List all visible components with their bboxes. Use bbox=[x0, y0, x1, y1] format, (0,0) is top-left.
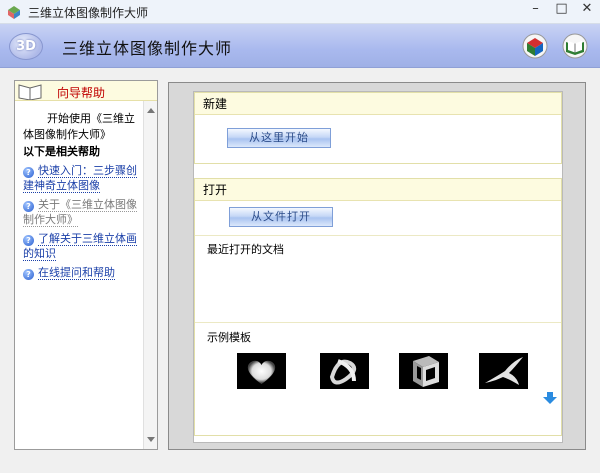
registration-icon[interactable] bbox=[521, 31, 549, 61]
sidebar-title: 向导帮助 bbox=[57, 86, 106, 100]
app-header: 3D 三维立体图像制作大师 bbox=[0, 24, 600, 68]
main-panel: 新建 从这里开始 打开 从文件打开 最近打开的文档 示例模板 bbox=[168, 82, 586, 450]
sidebar-content: 开始使用《三维立体图像制作大师》 以下是相关帮助 ? 快速入门：三步骤创建神奇立体… bbox=[23, 111, 141, 280]
open-section: 打开 从文件打开 最近打开的文档 示例模板 bbox=[194, 178, 562, 436]
help-question-icon: ? bbox=[23, 234, 34, 246]
app-logo: 3D bbox=[9, 33, 43, 60]
link-knowledge[interactable]: 了解关于三维立体画的知识 bbox=[23, 231, 137, 261]
recent-documents-label: 最近打开的文档 bbox=[207, 243, 284, 256]
help-sidebar: 向导帮助 开始使用《三维立体图像制作大师》 以下是相关帮助 ? 快速入门：三步骤创… bbox=[14, 80, 158, 450]
help-question-icon: ? bbox=[23, 200, 34, 212]
maximize-button[interactable]: □ bbox=[548, 0, 575, 20]
help-question-icon: ? bbox=[23, 166, 34, 178]
scroll-down-icon[interactable] bbox=[147, 437, 155, 442]
sidebar-item-about[interactable]: ? 关于《三维立体图像制作大师》 bbox=[23, 197, 141, 228]
link-online-help[interactable]: 在线提问和帮助 bbox=[38, 265, 115, 280]
maximize-icon: □ bbox=[555, 1, 568, 16]
open-file-button[interactable]: 从文件打开 bbox=[229, 207, 333, 227]
link-quick-start[interactable]: 快速入门：三步骤创建神奇立体图像 bbox=[23, 163, 137, 193]
close-button[interactable]: ✕ bbox=[574, 0, 600, 20]
sample-thumbnail-heart[interactable] bbox=[237, 353, 286, 389]
help-question-icon: ? bbox=[23, 268, 34, 280]
divider bbox=[195, 235, 561, 236]
sidebar-item-quick-start[interactable]: ? 快速入门：三步骤创建神奇立体图像 bbox=[23, 163, 141, 194]
scroll-down-arrow-icon[interactable] bbox=[543, 391, 557, 405]
scroll-up-icon[interactable] bbox=[147, 108, 155, 113]
sample-thumbnail-frame-cube[interactable] bbox=[399, 353, 448, 389]
new-section: 新建 从这里开始 bbox=[194, 92, 562, 164]
open-section-title: 打开 bbox=[195, 179, 561, 201]
link-about[interactable]: 关于《三维立体图像制作大师》 bbox=[23, 197, 137, 227]
minimize-icon: – bbox=[532, 1, 539, 16]
app-icon bbox=[8, 6, 20, 19]
minimize-button[interactable]: – bbox=[522, 0, 549, 20]
main-content: 新建 从这里开始 打开 从文件打开 最近打开的文档 示例模板 bbox=[193, 91, 563, 443]
sample-thumbnail-knot[interactable] bbox=[320, 353, 369, 389]
sample-thumbnail-bird[interactable] bbox=[479, 353, 528, 389]
related-help-heading: 以下是相关帮助 bbox=[23, 145, 100, 158]
book-icon bbox=[18, 84, 42, 100]
sidebar-scrollbar[interactable] bbox=[143, 101, 157, 449]
sidebar-intro: 开始使用《三维立体图像制作大师》 bbox=[23, 112, 135, 141]
divider bbox=[195, 322, 561, 323]
start-here-button[interactable]: 从这里开始 bbox=[227, 128, 331, 148]
new-section-title: 新建 bbox=[195, 93, 561, 115]
sidebar-item-online-help[interactable]: ? 在线提问和帮助 bbox=[23, 265, 141, 281]
window-title: 三维立体图像制作大师 bbox=[28, 6, 149, 20]
app-heading: 三维立体图像制作大师 bbox=[62, 39, 233, 58]
title-bar: 三维立体图像制作大师 – □ ✕ bbox=[0, 0, 600, 24]
sidebar-item-knowledge[interactable]: ? 了解关于三维立体画的知识 bbox=[23, 231, 141, 262]
help-book-icon[interactable] bbox=[561, 31, 589, 61]
sidebar-header: 向导帮助 bbox=[15, 81, 157, 101]
close-icon: ✕ bbox=[581, 1, 593, 16]
sample-templates-label: 示例模板 bbox=[207, 331, 251, 344]
